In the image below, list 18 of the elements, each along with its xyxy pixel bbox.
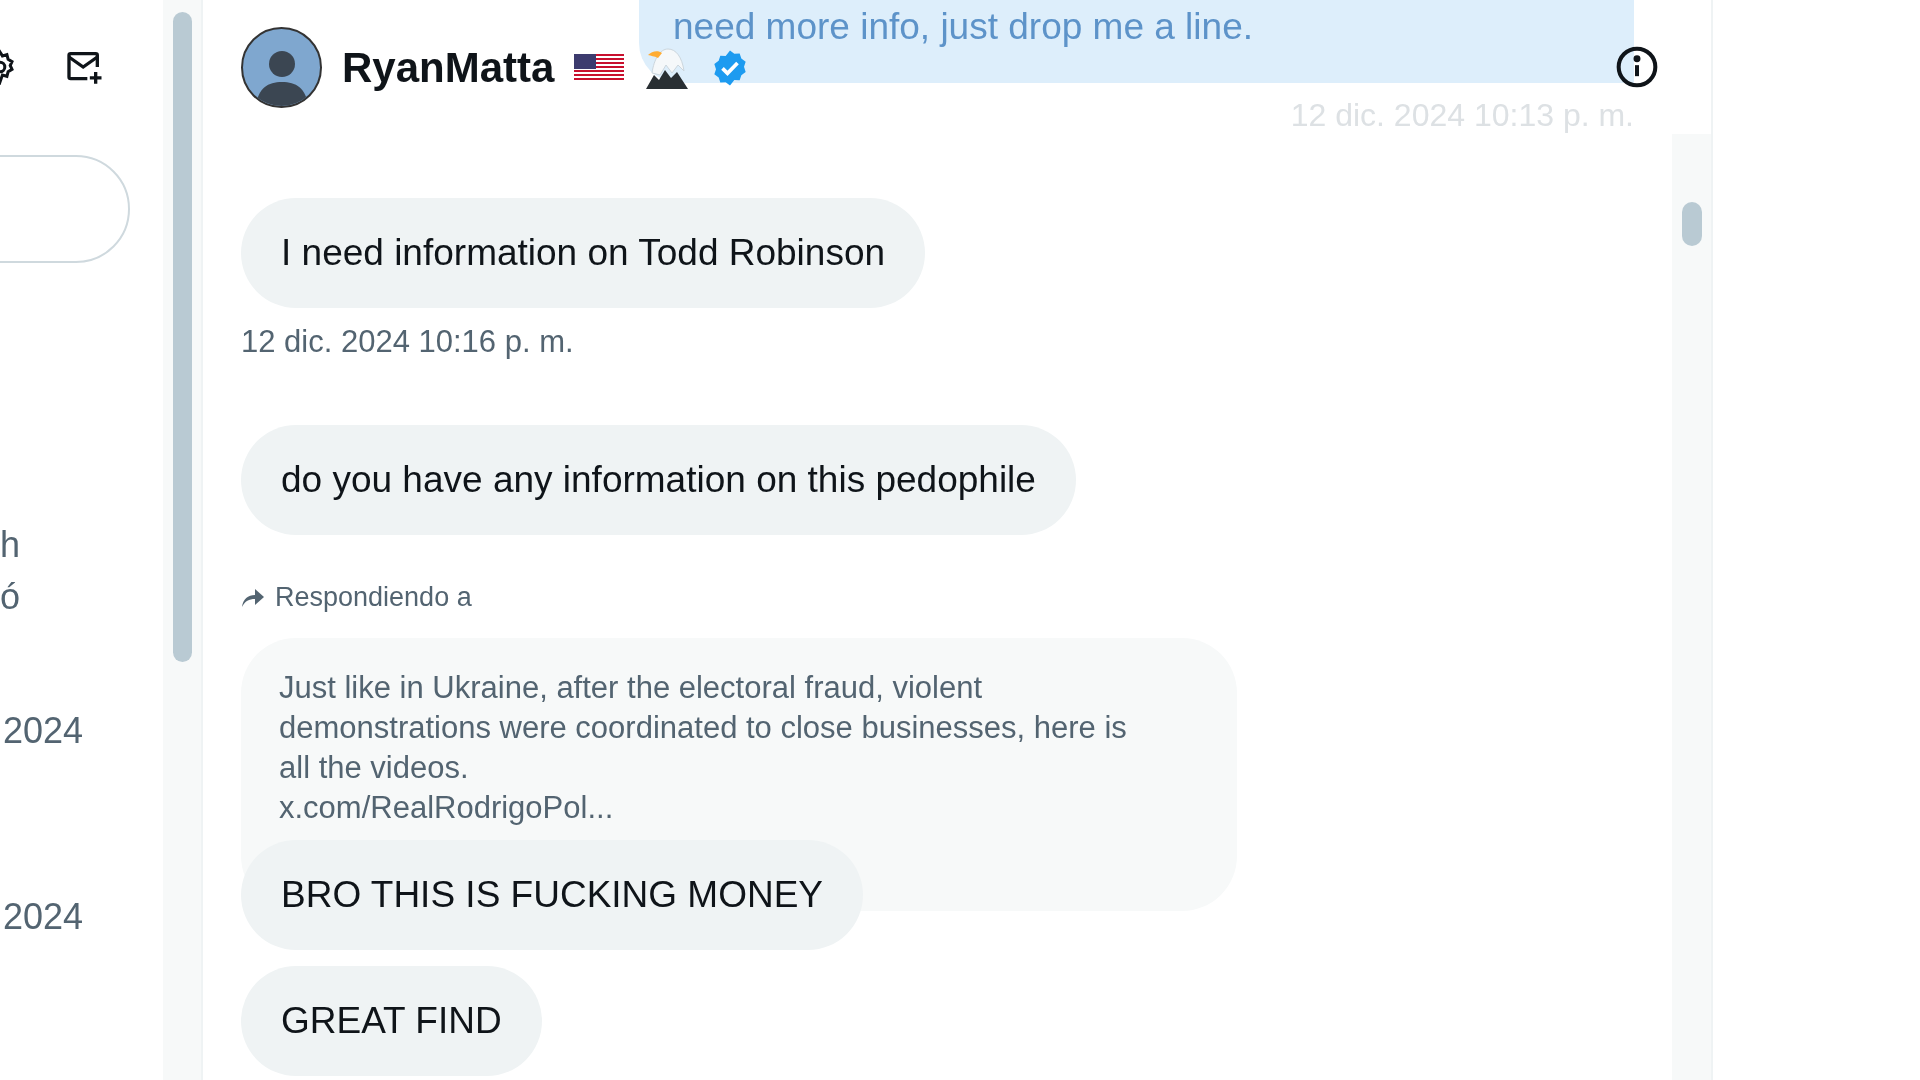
conversation-text: 2024 [2, 895, 85, 939]
conversation-text: 2024 [2, 709, 85, 753]
sent-message-bubble: need more info, just drop me a line. [639, 0, 1634, 83]
scrollbar-thumb[interactable] [172, 12, 192, 662]
info-icon[interactable] [1615, 45, 1659, 89]
received-message-bubble: GREAT FIND [241, 966, 542, 1076]
quoted-message-text: Just like in Ukraine, after the electoral fraud, violent demonstrations were coordinated to close businesses, here is all the videos. [279, 669, 1128, 787]
scrollbar-thumb[interactable] [1681, 202, 1702, 246]
contact-name: RyanMatta [342, 42, 555, 93]
conversation-text: ó [0, 575, 22, 619]
received-message-bubble: I need information on Todd Robinson [241, 198, 926, 308]
reply-arrow-icon [241, 586, 265, 608]
message-timestamp: 12 dic. 2024 10:16 p. m. [241, 323, 574, 361]
received-message-bubble: do you have any information on this pedophile [241, 425, 1076, 535]
quoted-message-link[interactable]: x.com/RealRodrigoPol... [279, 788, 1199, 828]
conversation-text: h [0, 523, 22, 567]
received-message-bubble: BRO THIS IS FUCKING MONEY [241, 840, 864, 950]
replying-to-label: Respondiendo a [275, 581, 472, 614]
